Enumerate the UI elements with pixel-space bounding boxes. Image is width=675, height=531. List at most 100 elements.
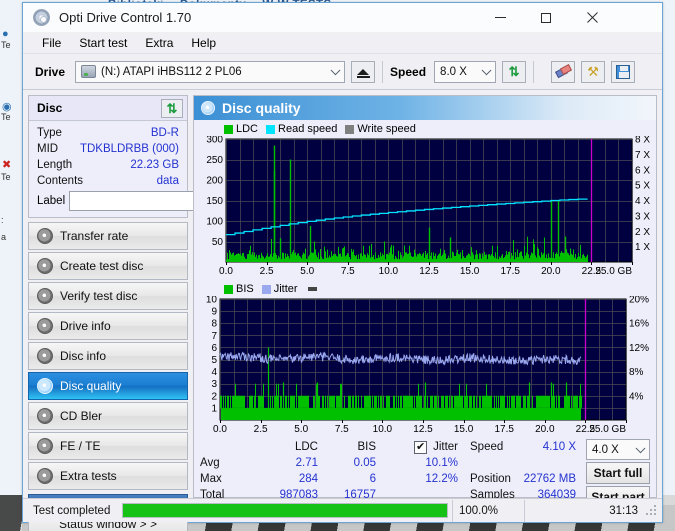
legend-swatch-bis [224, 284, 233, 294]
start-full-button[interactable]: Start full [586, 462, 650, 484]
refresh-button[interactable]: ⇅ [502, 60, 527, 83]
sidebar-item-extra-tests[interactable]: Extra tests [28, 462, 188, 490]
test-speed-select[interactable]: 4.0 X [586, 439, 650, 460]
sidebar: Disc ⇅ Type BD-R MID TDKBLDRBB (000) Len… [28, 95, 273, 531]
svg-text:7 X: 7 X [635, 150, 650, 161]
disc-quality-card: Disc quality LDC Read speed Write speed … [193, 95, 657, 508]
svg-text:8: 8 [211, 319, 217, 330]
legend-swatch-read-speed [266, 124, 276, 134]
eject-button[interactable] [351, 60, 376, 83]
svg-text:7: 7 [211, 331, 217, 342]
bottom-chart-container: BIS Jitter 1 2 3 4 5 6 7 8 9 10 4% 8% 12% 16% 20% 0.0 2.… [194, 280, 656, 436]
svg-text:3 X: 3 X [635, 211, 650, 222]
card-header: Disc quality [194, 96, 656, 120]
svg-text:2 X: 2 X [635, 227, 650, 238]
stats-position-value: 22762 MB [523, 473, 576, 485]
menu-item-extra[interactable]: Extra [136, 34, 182, 52]
svg-text:12.5: 12.5 [419, 266, 439, 277]
legend-item-jitter: Jitter [261, 283, 298, 295]
svg-text:10.0: 10.0 [379, 266, 399, 277]
stats-header-ldc: LDC [294, 441, 318, 453]
sidebar-item-label: Extra tests [60, 469, 117, 483]
svg-text:0.0: 0.0 [219, 266, 233, 277]
svg-text:6 X: 6 X [635, 165, 650, 176]
stats-ldc-max: 284 [298, 473, 318, 485]
stats-label-position: Position [470, 473, 511, 485]
top-chart-plot[interactable]: 50 100 150 200 250 300 1 X 2 X 3 X 4 X 5 X 6 X 7 X 8 … [198, 136, 666, 278]
sidebar-item-transfer-rate[interactable]: Transfer rate [28, 222, 188, 250]
sidebar-item-create-test-disc[interactable]: Create test disc [28, 252, 188, 280]
status-bar: Test completed 100.0% 31:13 [23, 498, 662, 522]
status-message: Test completed [33, 504, 111, 517]
stats-bis-max: 6 [369, 473, 376, 485]
disc-icon [37, 438, 53, 454]
chevron-down-icon [481, 64, 492, 75]
sidebar-item-drive-info[interactable]: Drive info [28, 312, 188, 340]
close-button[interactable] [569, 3, 615, 32]
disc-panel: Disc ⇅ Type BD-R MID TDKBLDRBB (000) Len… [28, 95, 273, 218]
sidebar-item-label: Verify test disc [60, 289, 138, 303]
stats-ldc-avg: 2.71 [295, 457, 318, 469]
jitter-checkbox[interactable]: ✔ [414, 440, 428, 454]
title-bar: Opti Drive Control 1.70 [23, 3, 662, 33]
tools-button[interactable]: ⚒ [581, 60, 606, 83]
sidebar-item-cd-bler[interactable]: CD Bler [28, 402, 188, 430]
svg-text:4: 4 [211, 367, 217, 378]
svg-text:16%: 16% [629, 319, 649, 330]
drive-toolbar: Drive (N:) ATAPI iHBS112 2 PL06 Speed 8.… [23, 54, 662, 90]
sidebar-item-disc-quality[interactable]: Disc quality [28, 372, 188, 400]
window-title: Opti Drive Control 1.70 [59, 10, 192, 25]
svg-text:6: 6 [211, 343, 217, 354]
maximize-button[interactable] [523, 3, 569, 32]
minimize-button[interactable] [477, 3, 523, 32]
drive-select[interactable]: (N:) ATAPI iHBS112 2 PL06 [75, 60, 346, 83]
disc-icon [37, 468, 53, 484]
stats-label-avg: Avg [200, 457, 220, 469]
svg-text:9: 9 [211, 307, 217, 318]
svg-text:3: 3 [211, 379, 217, 390]
bottom-chart-plot[interactable]: 12345678910 4% 8% 12% 16% 20% 0.0 2.5 5.0 7.5 10.0… [198, 296, 666, 436]
disc-panel-title: Disc [37, 101, 63, 115]
sidebar-item-label: Disc info [60, 349, 107, 363]
svg-text:0.0: 0.0 [213, 424, 227, 435]
sidebar-item-label: Disc quality [60, 379, 122, 393]
svg-text:20.0: 20.0 [541, 266, 561, 277]
sidebar-item-verify-test-disc[interactable]: Verify test disc [28, 282, 188, 310]
sidebar-item-disc-info[interactable]: Disc info [28, 342, 188, 370]
resize-grip[interactable] [646, 504, 658, 517]
svg-text:2.5: 2.5 [254, 424, 268, 435]
sidebar-item-fe-te[interactable]: FE / TE [28, 432, 188, 460]
menu-item-help[interactable]: Help [182, 34, 225, 52]
speed-select[interactable]: 8.0 X [434, 60, 497, 83]
disc-icon [37, 288, 53, 304]
disc-refresh-button[interactable]: ⇅ [161, 98, 183, 118]
legend-label: Jitter [273, 283, 298, 295]
svg-text:200: 200 [206, 176, 223, 187]
svg-text:8 X: 8 X [635, 136, 650, 146]
svg-text:17.5: 17.5 [500, 266, 520, 277]
progress-bar-fill [123, 504, 447, 517]
svg-text:15.0: 15.0 [460, 266, 480, 277]
svg-text:1: 1 [211, 403, 217, 414]
erase-button[interactable] [551, 60, 576, 83]
menu-item-start-test[interactable]: Start test [70, 34, 136, 52]
menu-item-file[interactable]: File [33, 34, 70, 52]
disc-icon [37, 228, 53, 244]
disc-row-value: TDKBLDRBB (000) [79, 143, 179, 155]
window-body: Disc ⇅ Type BD-R MID TDKBLDRBB (000) Len… [23, 90, 662, 531]
card-title: Disc quality [222, 100, 301, 116]
disc-panel-header: Disc ⇅ [29, 96, 187, 121]
svg-text:15.0: 15.0 [454, 424, 474, 435]
disc-row-length: Length 22.23 GB [37, 157, 179, 173]
disc-row-mid: MID TDKBLDRBB (000) [37, 141, 179, 157]
stats-label-speed: Speed [470, 441, 504, 453]
save-button[interactable] [611, 60, 636, 83]
toolbar-divider-2 [533, 60, 535, 83]
app-disc-icon [33, 9, 50, 26]
legend-swatch-ldc [224, 124, 233, 134]
eject-icon-bar [357, 75, 371, 78]
stats-jitter-max: 12.2% [425, 473, 458, 485]
svg-text:25.0 GB: 25.0 GB [589, 424, 626, 435]
svg-text:150: 150 [206, 196, 223, 207]
svg-text:20.0: 20.0 [535, 424, 555, 435]
